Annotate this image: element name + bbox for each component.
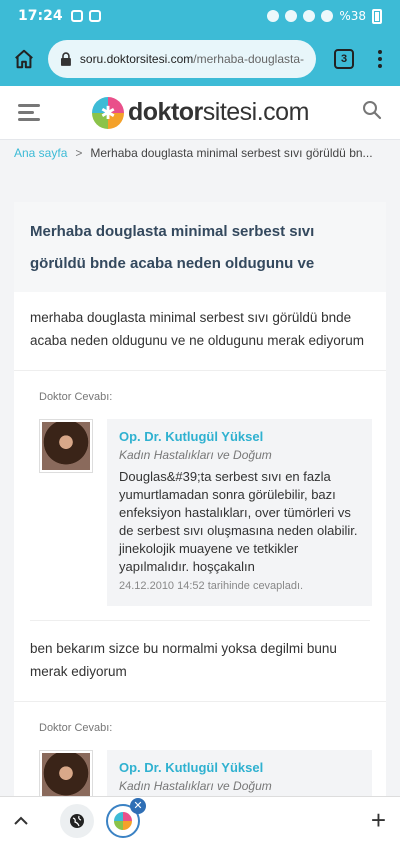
logo-icon [92,96,124,129]
alarm-icon [267,10,280,22]
question-body: merhaba douglasta minimal serbest sıvı g… [14,292,386,371]
status-time: 17:24 [18,8,63,24]
breadcrumb-current: Merhaba douglasta minimal serbest sıvı g… [90,146,373,160]
question-header: Merhaba douglasta minimal serbest sıvı g… [14,202,386,292]
logo-bold: doktor [128,98,203,126]
doctor-answer: Op. Dr. Kutlugül Yüksel Kadın Hastalıkla… [14,403,386,606]
chevron-up-icon[interactable] [14,810,38,831]
tab-thumbnail-active[interactable]: ✕ [106,797,146,838]
globe-icon [70,813,84,828]
url-bar[interactable]: soru.doktorsitesi.com/merhaba-douglasta- [48,40,316,78]
question-title: Merhaba douglasta minimal serbest sıvı g… [30,223,315,272]
followup-question: ben bekarım sizce bu normalmi yoksa degi… [14,621,386,702]
browser-bottom-bar: ✕ + [0,796,400,844]
more-vert-icon[interactable] [370,50,390,68]
answer-label: Doktor Cevabı: [39,722,113,734]
answer-body: Op. Dr. Kutlugül Yüksel Kadın Hastalıkla… [107,419,372,606]
doctor-specialty: Kadın Hastalıkları ve Doğum [119,779,272,793]
answer-date: 24.12.2010 14:52 tarihinde cevapladı. [119,580,304,592]
logo-rest: sitesi.com [202,98,310,126]
answer-label: Doktor Cevabı: [39,391,113,403]
instagram-icon [70,10,83,22]
hamburger-icon[interactable] [18,104,40,121]
plus-icon[interactable]: + [371,805,386,836]
doctor-specialty: Kadın Hastalıkları ve Doğum [119,448,272,462]
search-icon[interactable] [362,100,382,125]
wifi-icon [303,10,316,22]
battery-icon [372,8,382,24]
home-icon[interactable] [10,45,38,73]
breadcrumb-home-link[interactable]: Ana sayfa [14,146,67,160]
browser-toolbar: soru.doktorsitesi.com/merhaba-douglasta-… [0,32,400,86]
avatar[interactable] [39,419,93,473]
site-header: doktorsitesi.com [0,86,400,140]
logo-icon [114,811,132,830]
site-logo[interactable]: doktorsitesi.com [92,96,310,129]
breadcrumb-separator: > [75,146,83,160]
doctor-name-link[interactable]: Op. Dr. Kutlugül Yüksel [119,760,360,775]
status-bar: 17:24 %38 [0,0,400,32]
url-host: soru.doktorsitesi.com [79,52,194,66]
signal-icon [321,10,334,22]
question-card: Merhaba douglasta minimal serbest sıvı g… [14,202,386,844]
url-path: /merhaba-douglasta- [193,52,304,66]
instagram-icon [88,10,101,22]
battery-percent: %38 [339,9,366,23]
mute-icon [285,10,298,22]
close-icon[interactable]: ✕ [130,797,146,814]
tab-thumbnail[interactable] [60,803,94,838]
doctor-name-link[interactable]: Op. Dr. Kutlugül Yüksel [119,429,360,444]
lock-icon [60,52,71,66]
tab-switcher-button[interactable]: 3 [334,49,354,69]
breadcrumb: Ana sayfa > Merhaba douglasta minimal se… [14,146,386,160]
answer-text: Douglas&#39;ta serbest sıvı en fazla yum… [119,469,358,574]
